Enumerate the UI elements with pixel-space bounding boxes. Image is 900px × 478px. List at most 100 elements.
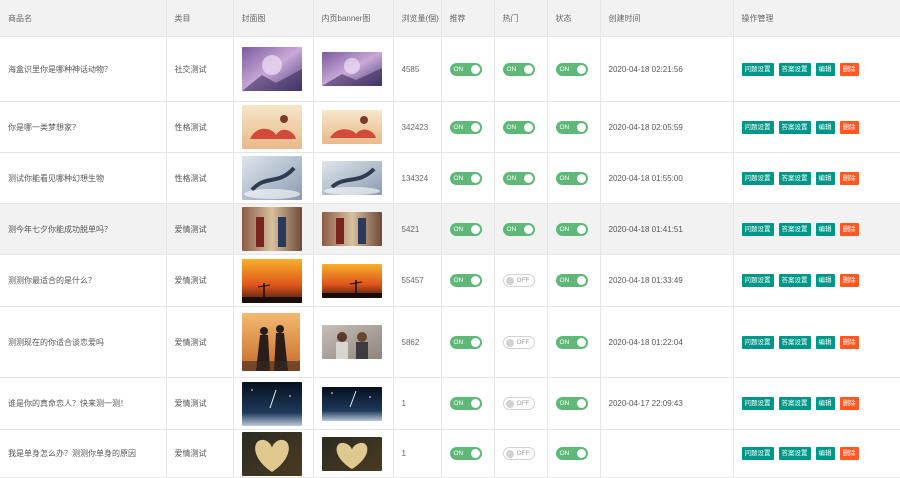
question-settings-button[interactable]: 问题设置: [741, 171, 774, 185]
recommend-toggle[interactable]: ON: [449, 62, 482, 76]
edit-button[interactable]: 编辑: [815, 171, 835, 185]
banner-image: [321, 52, 382, 86]
view-count: 4585: [393, 36, 442, 102]
table-row: 测试你能看见哪种幻想生物 性格测试 134324 ON ON ON 2020-0…: [0, 152, 900, 204]
status-toggle[interactable]: ON: [555, 222, 588, 236]
product-name: 谁是你的真命恋人？快来测一测！: [0, 377, 167, 430]
answer-settings-button[interactable]: 答案设置: [778, 171, 811, 185]
delete-button[interactable]: 删除: [839, 120, 859, 134]
status-toggle[interactable]: ON: [555, 335, 588, 349]
table-row: 测测现在的你适合谈恋爱吗 爱情测试 5862 ON OFF ON 2020-04…: [0, 306, 900, 378]
hot-toggle[interactable]: ON: [502, 222, 535, 236]
banner-image: [321, 386, 382, 421]
delete-button[interactable]: 删除: [839, 62, 859, 76]
table-row: 测今年七夕你能成功脱单吗？ 爱情测试 5421 ON ON ON 2020-04…: [0, 203, 900, 255]
delete-button[interactable]: 删除: [839, 171, 859, 185]
col-cover: 封面图: [233, 0, 314, 37]
question-settings-button[interactable]: 问题设置: [741, 447, 774, 460]
view-count: 1: [393, 377, 442, 430]
actions-cell: 问题设置 答案设置 编辑 删除: [733, 306, 900, 378]
col-status: 状态: [547, 0, 601, 37]
status-toggle[interactable]: ON: [555, 447, 588, 460]
hot-toggle[interactable]: OFF: [502, 335, 535, 349]
product-name: 测试你能看见哪种幻想生物: [0, 152, 167, 204]
delete-button[interactable]: 删除: [839, 447, 859, 460]
edit-button[interactable]: 编辑: [815, 62, 835, 76]
product-category: 社交测试: [166, 36, 234, 102]
created-time: 2020-04-18 01:41:51: [600, 203, 734, 255]
delete-button[interactable]: 删除: [839, 397, 859, 410]
recommend-toggle[interactable]: ON: [449, 335, 482, 349]
answer-settings-button[interactable]: 答案设置: [778, 335, 811, 349]
status-toggle[interactable]: ON: [555, 62, 588, 76]
answer-settings-button[interactable]: 答案设置: [778, 120, 811, 134]
cover-image: [241, 207, 302, 251]
delete-button[interactable]: 删除: [839, 222, 859, 236]
hot-toggle[interactable]: OFF: [502, 397, 535, 410]
question-settings-button[interactable]: 问题设置: [741, 335, 774, 349]
actions-cell: 问题设置 答案设置 编辑 删除: [733, 254, 900, 307]
view-count: 5421: [393, 203, 442, 255]
status-toggle[interactable]: ON: [555, 171, 588, 185]
edit-button[interactable]: 编辑: [815, 120, 835, 134]
recommend-toggle[interactable]: ON: [449, 397, 482, 410]
recommend-toggle[interactable]: ON: [449, 120, 482, 134]
actions-cell: 问题设置 答案设置 编辑 删除: [733, 377, 900, 430]
delete-button[interactable]: 删除: [839, 335, 859, 349]
hot-toggle[interactable]: ON: [502, 62, 535, 76]
status-toggle[interactable]: ON: [555, 397, 588, 410]
product-name: 测测你最适合的是什么？: [0, 254, 167, 307]
actions-cell: 问题设置 答案设置 编辑 删除: [733, 203, 900, 255]
banner-image: [321, 161, 382, 195]
answer-settings-button[interactable]: 答案设置: [778, 397, 811, 410]
answer-settings-button[interactable]: 答案设置: [778, 447, 811, 460]
edit-button[interactable]: 编辑: [815, 274, 835, 287]
col-actions: 操作管理: [733, 0, 900, 37]
answer-settings-button[interactable]: 答案设置: [778, 274, 811, 287]
actions-cell: 问题设置 答案设置 编辑 删除: [733, 152, 900, 204]
edit-button[interactable]: 编辑: [815, 335, 835, 349]
recommend-toggle[interactable]: ON: [449, 171, 482, 185]
hot-toggle[interactable]: OFF: [502, 274, 535, 287]
question-settings-button[interactable]: 问题设置: [741, 62, 774, 76]
recommend-toggle[interactable]: ON: [449, 447, 482, 460]
product-name: 测今年七夕你能成功脱单吗？: [0, 203, 167, 255]
hot-toggle[interactable]: ON: [502, 120, 535, 134]
product-name: 你是哪一类梦想家？: [0, 101, 167, 153]
hot-toggle[interactable]: OFF: [502, 447, 535, 460]
cover-image: [241, 431, 302, 476]
view-count: 342423: [393, 101, 442, 153]
product-category: 爱情测试: [166, 254, 234, 307]
product-category: 性格测试: [166, 101, 234, 153]
created-time: 2020-04-18 02:21:56: [600, 36, 734, 102]
created-time: 2020-04-18 01:33:49: [600, 254, 734, 307]
edit-button[interactable]: 编辑: [815, 447, 835, 460]
question-settings-button[interactable]: 问题设置: [741, 120, 774, 134]
cover-image: [241, 258, 302, 303]
edit-button[interactable]: 编辑: [815, 397, 835, 410]
product-category: 性格测试: [166, 152, 234, 204]
product-name: 测测现在的你适合谈恋爱吗: [0, 306, 167, 378]
table-row: 谁是你的真命恋人？快来测一测！ 爱情测试 1 ON OFF ON 2020-04…: [0, 377, 900, 430]
col-name: 商品名: [0, 0, 167, 37]
banner-image: [321, 212, 382, 246]
answer-settings-button[interactable]: 答案设置: [778, 62, 811, 76]
question-settings-button[interactable]: 问题设置: [741, 397, 774, 410]
col-hot: 热门: [494, 0, 548, 37]
status-toggle[interactable]: ON: [555, 120, 588, 134]
table-row: 测测你最适合的是什么？ 爱情测试 55457 ON OFF ON 2020-04…: [0, 254, 900, 307]
cover-image: [241, 156, 302, 200]
hot-toggle[interactable]: ON: [502, 171, 535, 185]
view-count: 134324: [393, 152, 442, 204]
question-settings-button[interactable]: 问题设置: [741, 274, 774, 287]
recommend-toggle[interactable]: ON: [449, 222, 482, 236]
status-toggle[interactable]: ON: [555, 274, 588, 287]
delete-button[interactable]: 删除: [839, 274, 859, 287]
col-banner: 内页banner图: [313, 0, 394, 37]
recommend-toggle[interactable]: ON: [449, 274, 482, 287]
answer-settings-button[interactable]: 答案设置: [778, 222, 811, 236]
col-views: 浏览量(個): [393, 0, 442, 37]
view-count: 55457: [393, 254, 442, 307]
edit-button[interactable]: 编辑: [815, 222, 835, 236]
question-settings-button[interactable]: 问题设置: [741, 222, 774, 236]
